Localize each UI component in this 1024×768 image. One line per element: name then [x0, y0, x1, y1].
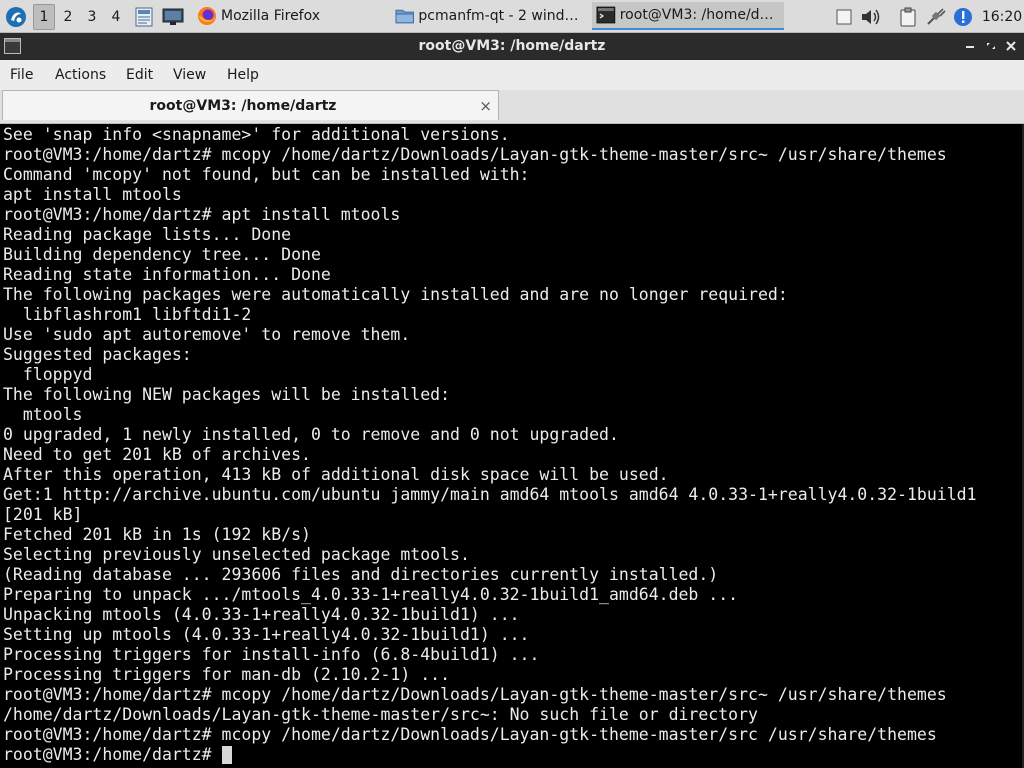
menu-file[interactable]: File — [10, 60, 33, 90]
terminal-icon — [596, 6, 616, 24]
terminal-line: floppyd — [3, 365, 93, 384]
menu-edit[interactable]: Edit — [126, 60, 153, 90]
desktop-2-button[interactable]: 2 — [57, 4, 79, 30]
desktop-1-button[interactable]: 1 — [33, 4, 55, 30]
menu-view[interactable]: View — [173, 60, 206, 90]
terminal-line: libflashrom1 libftdi1-2 — [3, 305, 252, 324]
file-manager-launcher[interactable] — [133, 0, 155, 33]
terminal-line: root@VM3:/home/dartz# — [3, 745, 222, 764]
terminal-line: Reading package lists... Done — [3, 225, 292, 244]
terminal-line: mtools — [3, 405, 83, 424]
terminal-line: Fetched 201 kB in 1s (192 kB/s) — [3, 525, 311, 544]
firefox-icon — [198, 7, 216, 25]
task-firefox[interactable]: Mozilla Firefox — [193, 2, 383, 30]
terminal-line: The following NEW packages will be insta… — [3, 385, 451, 404]
task-pcmanfm[interactable]: pcmanfm-qt - 2 windo… — [391, 2, 586, 30]
terminal-line: root@VM3:/home/dartz# mcopy /home/dartz/… — [3, 725, 937, 744]
clipboard-tray[interactable] — [833, 0, 855, 33]
volume-icon — [862, 9, 880, 24]
terminal-line: Processing triggers for install-info (6.… — [3, 645, 540, 664]
updates-tray[interactable] — [952, 0, 974, 33]
task-pcmanfm-label: pcmanfm-qt - 2 windo… — [418, 8, 582, 24]
terminal-line: Selecting previously unselected package … — [3, 545, 470, 564]
terminal-output[interactable]: See 'snap info <snapname>' for additiona… — [0, 124, 1024, 768]
monitor-icon — [162, 8, 184, 25]
minimize-button[interactable] — [962, 37, 978, 55]
terminal-line: Use 'sudo apt autoremove' to remove them… — [3, 325, 411, 344]
network-tray[interactable] — [925, 0, 947, 33]
desktop-3-button[interactable]: 3 — [81, 4, 103, 30]
task-terminal-label: root@VM3: /home/da… — [619, 7, 780, 23]
terminal-line: After this operation, 413 kB of addition… — [3, 465, 669, 484]
task-terminal[interactable]: root@VM3: /home/da… — [592, 2, 784, 30]
show-desktop-button[interactable] — [161, 0, 185, 33]
terminal-line: (Reading database ... 293606 files and d… — [3, 565, 719, 584]
task-firefox-label: Mozilla Firefox — [221, 8, 321, 24]
text-editor-icon — [135, 7, 153, 26]
terminal-line: 0 upgraded, 1 newly installed, 0 to remo… — [3, 425, 619, 444]
terminal-line: Unpacking mtools (4.0.33-1+really4.0.32-… — [3, 605, 520, 624]
terminal-line: Processing triggers for man-db (2.10.2-1… — [3, 665, 451, 684]
terminal-line: Get:1 http://archive.ubuntu.com/ubuntu j… — [3, 485, 977, 504]
terminal-line: Preparing to unpack .../mtools_4.0.33-1+… — [3, 585, 739, 604]
menu-bar: File Actions Edit View Help — [0, 60, 1024, 90]
menu-actions[interactable]: Actions — [55, 60, 106, 90]
terminal-line: [201 kB] — [3, 505, 83, 524]
terminal-line: root@VM3:/home/dartz# apt install mtools — [3, 205, 401, 224]
terminal-line: /home/dartz/Downloads/Layan-gtk-theme-ma… — [3, 705, 758, 724]
folder-icon — [395, 9, 414, 24]
tab-bar: root@VM3: /home/dartz × — [0, 90, 1024, 124]
desktop-4-button[interactable]: 4 — [105, 4, 127, 30]
terminal-cursor — [222, 746, 232, 764]
terminal-line: Command 'mcopy' not found, but can be in… — [3, 165, 530, 184]
menu-help[interactable]: Help — [227, 60, 259, 90]
terminal-line: Setting up mtools (4.0.33-1+really4.0.32… — [3, 625, 530, 644]
terminal-line: Reading state information... Done — [3, 265, 331, 284]
terminal-line: root@VM3:/home/dartz# mcopy /home/dartz/… — [3, 685, 947, 704]
info-icon — [954, 7, 972, 26]
terminal-line: apt install mtools — [3, 185, 182, 204]
notes-icon — [836, 9, 852, 24]
volume-tray[interactable] — [860, 0, 882, 33]
terminal-line: See 'snap info <snapname>' for additiona… — [3, 125, 510, 144]
start-menu-button[interactable] — [4, 0, 28, 33]
terminal-line: Building dependency tree... Done — [3, 245, 321, 264]
terminal-tab[interactable]: root@VM3: /home/dartz × — [2, 90, 499, 120]
close-icon — [1006, 41, 1016, 51]
tab-close-icon[interactable]: × — [479, 91, 492, 121]
terminal-line: Need to get 201 kB of archives. — [3, 445, 311, 464]
terminal-line: The following packages were automaticall… — [3, 285, 788, 304]
clock-time: 16:20 — [981, 8, 1023, 25]
clipboard-manager-tray[interactable] — [897, 0, 919, 33]
minimize-icon — [966, 46, 974, 48]
terminal-tab-label: root@VM3: /home/dartz — [149, 98, 337, 114]
taskbar: 1 2 3 4 Mozilla Firefox pcmanfm-qt - 2 w… — [0, 0, 1024, 33]
terminal-line: root@VM3:/home/dartz# mcopy /home/dartz/… — [3, 145, 947, 164]
terminal-line: Suggested packages: — [3, 345, 192, 364]
lxqt-logo-icon — [6, 6, 26, 27]
clipboard-icon — [900, 7, 916, 26]
window-title: root@VM3: /home/dartz — [418, 38, 606, 54]
maximize-button[interactable] — [983, 37, 999, 55]
window-titlebar[interactable]: root@VM3: /home/dartz — [0, 33, 1024, 60]
close-button[interactable] — [1003, 37, 1019, 55]
clock[interactable]: 16:20 — [980, 0, 1024, 33]
restore-icon — [987, 43, 995, 49]
network-plug-icon — [927, 7, 946, 25]
